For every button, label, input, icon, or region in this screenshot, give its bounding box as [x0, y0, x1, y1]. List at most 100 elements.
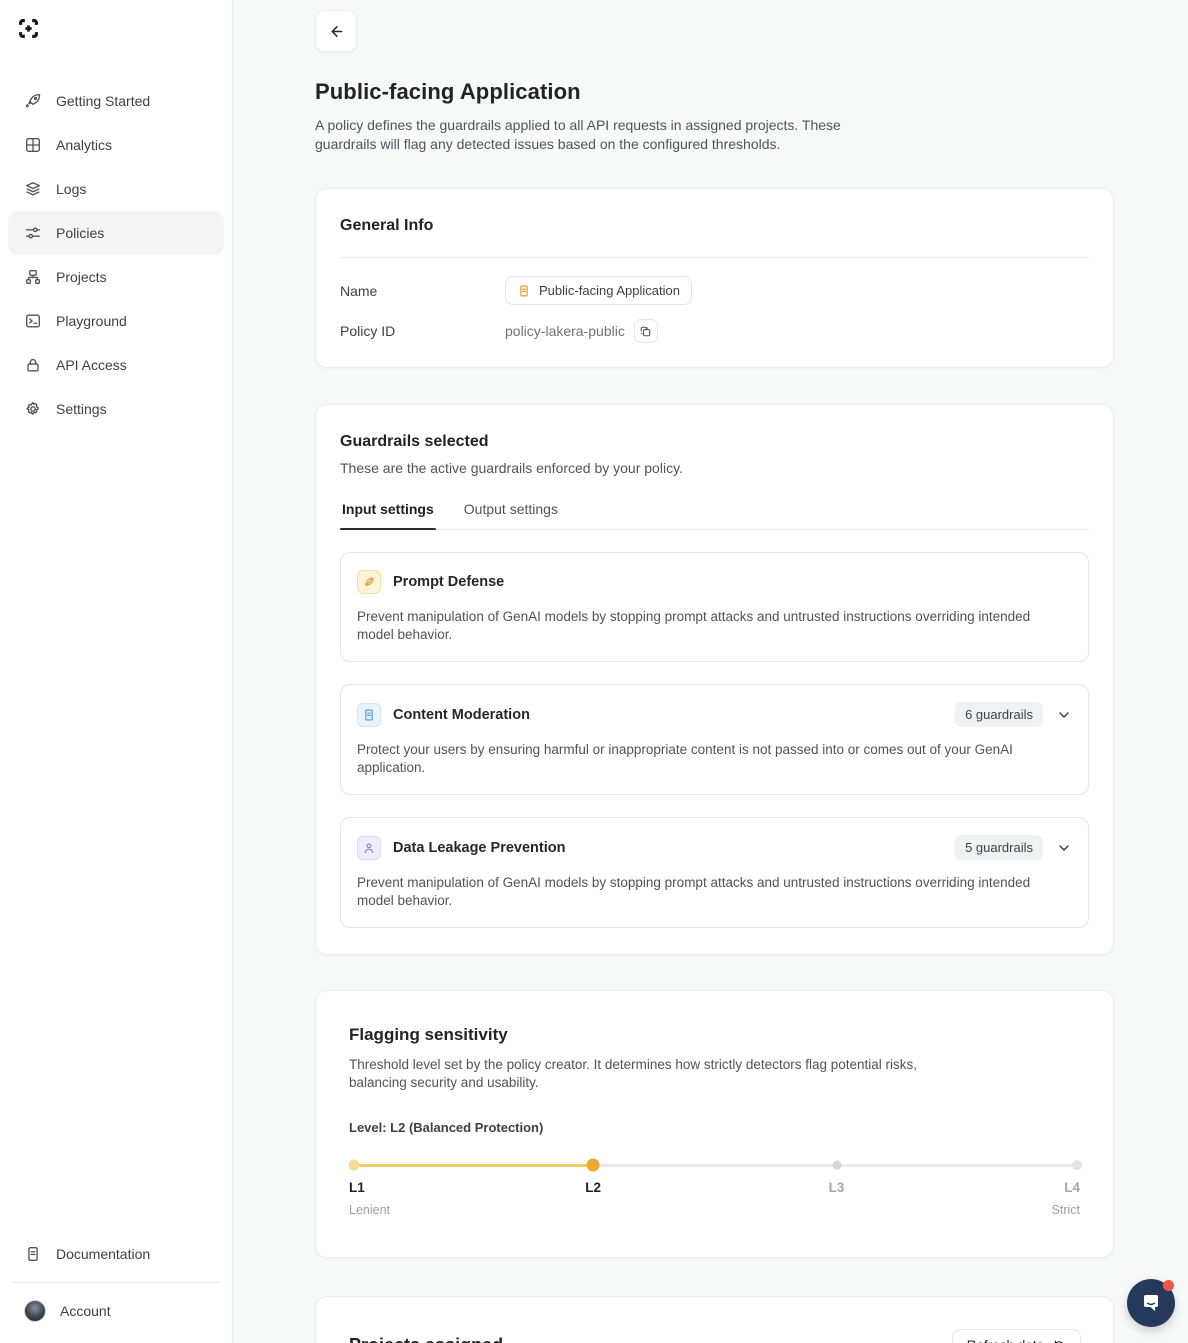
slider-fill	[349, 1164, 593, 1167]
sidebar-item-documentation[interactable]: Documentation	[8, 1232, 224, 1276]
refresh-data-button[interactable]: Refresh data	[952, 1329, 1081, 1343]
lakera-logo	[8, 18, 224, 39]
org-chart-icon	[24, 268, 42, 286]
guardrail-title: Prompt Defense	[393, 574, 504, 590]
back-button[interactable]	[315, 10, 357, 52]
document-icon	[24, 1245, 42, 1263]
strict-label: Strict	[1052, 1203, 1080, 1217]
sidebar-item-label: Projects	[56, 269, 107, 285]
sidebar-item-analytics[interactable]: Analytics	[8, 123, 224, 167]
policy-id-label: Policy ID	[340, 323, 505, 339]
level-l2: L2	[585, 1180, 601, 1195]
sidebar-item-account[interactable]: Account	[8, 1289, 224, 1333]
chevron-down-icon[interactable]	[1056, 840, 1072, 856]
sidebar-item-logs[interactable]: Logs	[8, 167, 224, 211]
arrow-left-icon	[328, 23, 345, 40]
guardrail-content-moderation: Content Moderation 6 guardrails Protect …	[340, 684, 1089, 795]
flagging-sensitivity-card: Flagging sensitivity Threshold level set…	[315, 990, 1114, 1258]
main-content: Public-facing Application A policy defin…	[233, 0, 1188, 1343]
refresh-icon	[1052, 1339, 1066, 1343]
user-avatar	[24, 1300, 46, 1322]
sidebar-item-settings[interactable]: Settings	[8, 387, 224, 431]
sidebar-item-playground[interactable]: Playground	[8, 299, 224, 343]
copy-icon	[639, 325, 652, 338]
policy-name-value: Public-facing Application	[539, 283, 680, 298]
guardrail-count-badge: 5 guardrails	[955, 835, 1043, 860]
refresh-data-label: Refresh data	[967, 1338, 1044, 1343]
name-row: Name Public-facing Application	[340, 276, 1089, 305]
guardrails-card: Guardrails selected These are the active…	[315, 404, 1114, 955]
document-icon	[517, 284, 531, 298]
person-icon	[357, 836, 381, 860]
sidebar-item-getting-started[interactable]: Getting Started	[8, 79, 224, 123]
sidebar-item-label: Playground	[56, 313, 127, 329]
sidebar-item-label: API Access	[56, 357, 127, 373]
general-info-card: General Info Name Public-facing Applicat…	[315, 188, 1114, 368]
sidebar-item-label: Logs	[56, 181, 86, 197]
page-title: Public-facing Application	[315, 79, 1114, 105]
notification-dot	[1163, 1280, 1174, 1291]
sidebar-item-label: Analytics	[56, 137, 112, 153]
guardrails-subtitle: These are the active guardrails enforced…	[340, 460, 1089, 476]
chat-widget-button[interactable]	[1127, 1279, 1175, 1327]
guardrail-description: Protect your users by ensuring harmful o…	[357, 741, 1057, 777]
feather-icon	[357, 570, 381, 594]
guardrail-title: Content Moderation	[393, 707, 530, 723]
chevron-down-icon[interactable]	[1056, 707, 1072, 723]
sidebar-item-label: Account	[60, 1303, 111, 1319]
sidebar-divider	[12, 1282, 220, 1283]
guardrails-title: Guardrails selected	[340, 433, 1089, 451]
name-label: Name	[340, 283, 505, 299]
sensitivity-title: Flagging sensitivity	[349, 1025, 1080, 1045]
general-info-title: General Info	[340, 217, 1089, 235]
rocket-icon	[24, 92, 42, 110]
lenient-label: Lenient	[349, 1203, 390, 1217]
level-l3: L3	[829, 1180, 845, 1195]
layers-icon	[24, 180, 42, 198]
guardrail-prompt-defense: Prompt Defense Prevent manipulation of G…	[340, 552, 1089, 662]
policy-id-row: Policy ID policy-lakera-public	[340, 319, 1089, 343]
projects-assigned-card: Projects assigned Refresh data	[315, 1296, 1114, 1343]
slider-dot-l3[interactable]	[832, 1161, 841, 1170]
sensitivity-level-label: Level: L2 (Balanced Protection)	[349, 1120, 1080, 1135]
sidebar-footer: Documentation Account	[8, 1232, 224, 1333]
sensitivity-slider[interactable]	[349, 1159, 1080, 1171]
slider-level-labels: L1 L2 L3 L4	[349, 1180, 1080, 1197]
projects-assigned-title: Projects assigned	[349, 1335, 503, 1343]
sidebar-item-projects[interactable]: Projects	[8, 255, 224, 299]
sidebar-nav: Getting Started Analytics Logs	[8, 79, 224, 431]
policy-id-value: policy-lakera-public	[505, 323, 625, 339]
slider-dot-l4[interactable]	[1072, 1160, 1082, 1170]
level-l4: L4	[1064, 1180, 1080, 1195]
chat-bubble-icon	[1139, 1291, 1163, 1315]
tab-input-settings[interactable]: Input settings	[340, 501, 436, 529]
level-l1: L1	[349, 1180, 365, 1195]
sidebar-item-label: Settings	[56, 401, 107, 417]
sidebar-item-label: Policies	[56, 225, 104, 241]
divider	[340, 257, 1089, 258]
sidebar-item-label: Getting Started	[56, 93, 150, 109]
sidebar-item-label: Documentation	[56, 1246, 150, 1262]
grid-icon	[24, 136, 42, 154]
slider-minmax-labels: Lenient Strict	[349, 1203, 1080, 1217]
sidebar-item-policies[interactable]: Policies	[8, 211, 224, 255]
slider-dot-l1[interactable]	[349, 1160, 360, 1171]
guardrail-data-leakage-prevention: Data Leakage Prevention 5 guardrails Pre…	[340, 817, 1089, 928]
page-description: A policy defines the guardrails applied …	[315, 116, 845, 154]
sensitivity-description: Threshold level set by the policy creato…	[349, 1056, 964, 1092]
terminal-icon	[24, 312, 42, 330]
sidebar: Getting Started Analytics Logs	[0, 0, 233, 1343]
guardrail-description: Prevent manipulation of GenAI models by …	[357, 608, 1057, 644]
guardrails-tabs: Input settings Output settings	[340, 501, 1089, 530]
guardrail-count-badge: 6 guardrails	[955, 702, 1043, 727]
policy-name-pill: Public-facing Application	[505, 276, 692, 305]
guardrail-description: Prevent manipulation of GenAI models by …	[357, 874, 1057, 910]
tab-output-settings[interactable]: Output settings	[462, 501, 560, 529]
sliders-icon	[24, 224, 42, 242]
sidebar-item-api-access[interactable]: API Access	[8, 343, 224, 387]
slider-handle-l2[interactable]	[587, 1159, 600, 1172]
copy-button[interactable]	[634, 319, 658, 343]
guardrail-title: Data Leakage Prevention	[393, 840, 565, 856]
lock-icon	[24, 356, 42, 374]
document-icon	[357, 703, 381, 727]
